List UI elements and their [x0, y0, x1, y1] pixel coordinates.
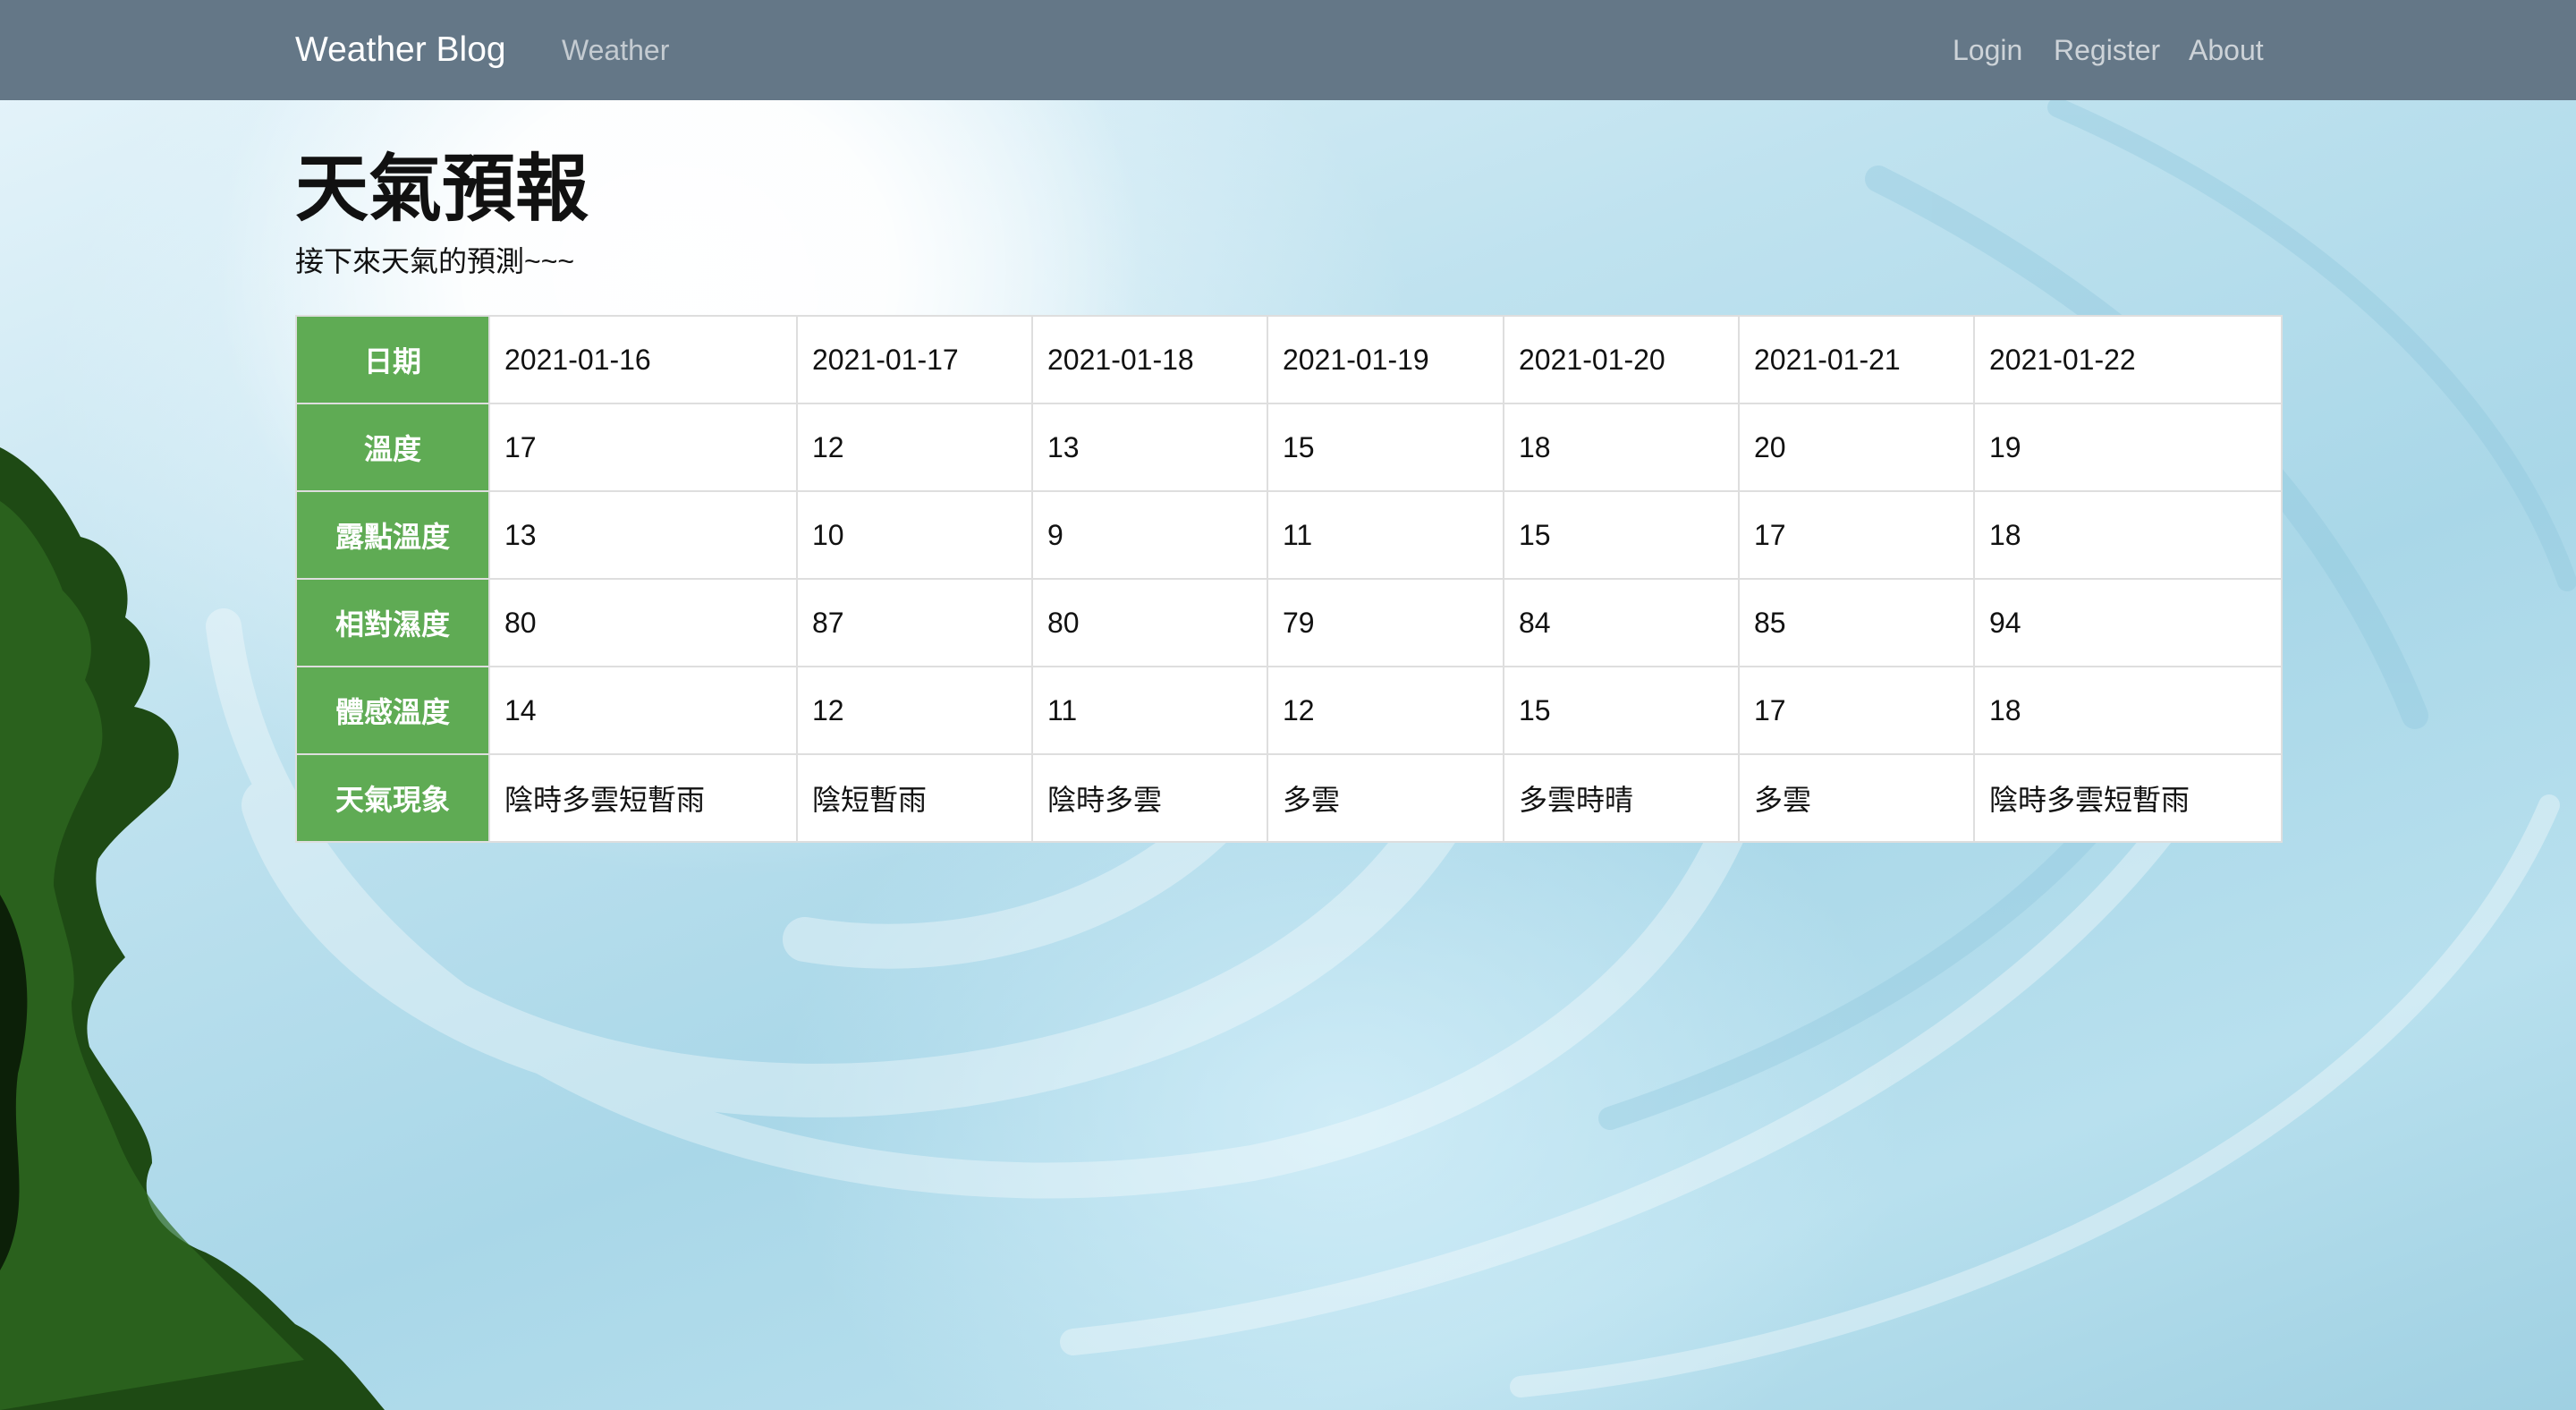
nav-link-weather[interactable]: Weather: [562, 32, 669, 68]
table-cell: 80: [488, 578, 798, 667]
table-cell: 12: [1267, 666, 1504, 755]
row-header: 天氣現象: [295, 753, 490, 843]
table-cell: 17: [1738, 666, 1975, 755]
table-cell: 15: [1267, 403, 1504, 492]
forecast-table: 日期 2021-01-16 2021-01-17 2021-01-18 2021…: [295, 315, 2283, 843]
table-cell: 11: [1031, 666, 1268, 755]
table-cell: 94: [1973, 578, 2283, 667]
table-cell: 2021-01-19: [1267, 315, 1504, 404]
table-row-apparent-temperature: 體感溫度 14 12 11 12 15 17 18: [295, 666, 2283, 755]
table-cell: 2021-01-17: [796, 315, 1033, 404]
table-cell: 2021-01-16: [488, 315, 798, 404]
table-cell: 多雲: [1267, 753, 1504, 843]
table-cell: 12: [796, 666, 1033, 755]
table-cell: 陰時多雲短暫雨: [1973, 753, 2283, 843]
table-cell: 18: [1973, 666, 2283, 755]
table-cell: 19: [1973, 403, 2283, 492]
table-row-weather-phenomenon: 天氣現象 陰時多雲短暫雨 陰短暫雨 陰時多雲 多雲 多雲時晴 多雲 陰時多雲短暫…: [295, 753, 2283, 843]
table-cell: 17: [488, 403, 798, 492]
table-cell: 79: [1267, 578, 1504, 667]
table-cell: 14: [488, 666, 798, 755]
table-cell: 10: [796, 490, 1033, 580]
table-cell: 13: [1031, 403, 1268, 492]
table-cell: 9: [1031, 490, 1268, 580]
table-row-date: 日期 2021-01-16 2021-01-17 2021-01-18 2021…: [295, 315, 2283, 404]
top-navbar: Weather Blog Weather Login Register Abou…: [0, 0, 2576, 100]
table-cell: 15: [1503, 666, 1740, 755]
table-cell: 18: [1973, 490, 2283, 580]
page-title: 天氣預報: [295, 149, 589, 230]
row-header: 相對濕度: [295, 578, 490, 667]
table-cell: 20: [1738, 403, 1975, 492]
table-cell: 2021-01-21: [1738, 315, 1975, 404]
table-cell: 2021-01-18: [1031, 315, 1268, 404]
table-cell: 2021-01-22: [1973, 315, 2283, 404]
table-cell: 18: [1503, 403, 1740, 492]
table-cell: 陰時多雲短暫雨: [488, 753, 798, 843]
table-cell: 87: [796, 578, 1033, 667]
table-cell: 多雲: [1738, 753, 1975, 843]
table-cell: 15: [1503, 490, 1740, 580]
nav-link-login[interactable]: Login: [1953, 32, 2022, 68]
table-row-temperature: 溫度 17 12 13 15 18 20 19: [295, 403, 2283, 492]
nav-link-about[interactable]: About: [2189, 32, 2264, 68]
table-cell: 13: [488, 490, 798, 580]
row-header: 體感溫度: [295, 666, 490, 755]
table-cell: 84: [1503, 578, 1740, 667]
brand-link[interactable]: Weather Blog: [295, 29, 506, 72]
page-subtitle: 接下來天氣的預測~~~: [295, 245, 575, 277]
table-cell: 12: [796, 403, 1033, 492]
row-header: 日期: [295, 315, 490, 404]
nav-link-register[interactable]: Register: [2054, 32, 2160, 68]
table-cell: 陰時多雲: [1031, 753, 1268, 843]
table-cell: 多雲時晴: [1503, 753, 1740, 843]
row-header: 露點溫度: [295, 490, 490, 580]
table-row-dew-point: 露點溫度 13 10 9 11 15 17 18: [295, 490, 2283, 580]
table-cell: 陰短暫雨: [796, 753, 1033, 843]
table-cell: 80: [1031, 578, 1268, 667]
row-header: 溫度: [295, 403, 490, 492]
table-row-humidity: 相對濕度 80 87 80 79 84 85 94: [295, 578, 2283, 667]
table-cell: 85: [1738, 578, 1975, 667]
table-cell: 11: [1267, 490, 1504, 580]
table-cell: 17: [1738, 490, 1975, 580]
table-cell: 2021-01-20: [1503, 315, 1740, 404]
